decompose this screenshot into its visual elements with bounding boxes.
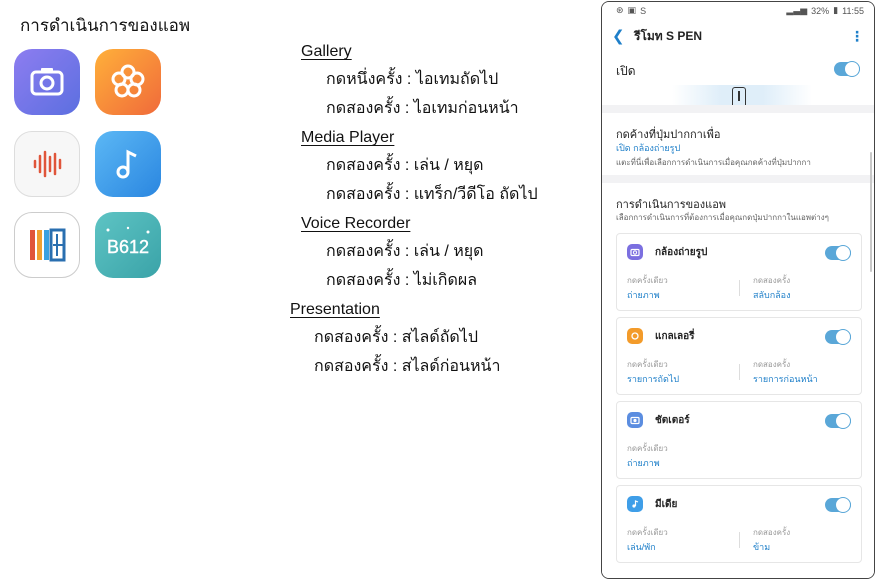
media-double-value[interactable]: ข้าม (753, 540, 770, 554)
battery-percent: 32% (811, 5, 830, 16)
camera-single-value[interactable]: ถ่ายภาพ (627, 288, 660, 302)
gallery-single-label: กดครั้งเดียว (627, 360, 668, 369)
video-editor-app-icon (14, 212, 80, 278)
shutter-single-label: กดครั้งเดียว (627, 444, 668, 453)
notification-icon: ⊛ (616, 5, 624, 15)
shutter-icon (627, 412, 643, 428)
gallery-double-label: กดสองครั้ง (753, 360, 791, 369)
camera-action-card[interactable]: กล้องถ่ายรูป กดครั้งเดียว ถ่ายภาพ กดสองค… (616, 233, 862, 311)
camera-double-value[interactable]: สลับกล้อง (753, 288, 791, 302)
shutter-action-card[interactable]: ชัตเตอร์ กดครั้งเดียว ถ่ายภาพ (616, 401, 862, 479)
pen-illustration (672, 85, 812, 105)
app-actions-section: การดำเนินการของแอพ เลือกการดำเนินการที่ต… (602, 183, 874, 578)
gallery-double-value[interactable]: รายการก่อนหน้า (753, 372, 818, 386)
presentation-line-2: กดสองครั้ง : สไลด์ก่อนหน้า (314, 358, 501, 375)
music-icon (627, 496, 643, 512)
gallery-single-value[interactable]: รายการถัดไป (627, 372, 679, 386)
gallery-toggle[interactable] (825, 329, 851, 345)
voice-recorder-line-2: กดสองครั้ง : ไม่เกิดผล (326, 272, 478, 289)
b612-app-icon: B612 (95, 212, 161, 278)
app-actions-description: เลือกการดำเนินการที่ต้องการเมื่อคุณกดปุ่… (616, 213, 829, 222)
gallery-icon (627, 328, 643, 344)
presentation-line-1: กดสองครั้ง : สไลด์ถัดไป (314, 329, 478, 346)
more-options-icon[interactable]: ⋮ (850, 28, 864, 45)
divider (739, 364, 740, 380)
phone-screenshot: ⊛ ▣ S ▂▃▅ 32% ▮ 11:55 ❮ รีโมท S PEN ⋮ เป… (601, 1, 875, 579)
media-player-line-2: กดสองครั้ง : แทร็ก/วีดีโอ ถัดไป (326, 186, 538, 203)
media-card-name: มีเดีย (655, 499, 678, 510)
media-double-label: กดสองครั้ง (753, 528, 791, 537)
voice-recorder-line-1: กดสองครั้ง : เล่น / หยุด (326, 243, 484, 260)
shutter-single-value[interactable]: ถ่ายภาพ (627, 456, 660, 470)
gallery-line-1: กดหนึ่งครั้ง : ไอเทมถัดไป (326, 71, 499, 88)
status-bar: ⊛ ▣ S ▂▃▅ 32% ▮ 11:55 (602, 2, 874, 19)
media-single-label: กดครั้งเดียว (627, 528, 668, 537)
gallery-card-name: แกลเลอรี่ (655, 331, 695, 342)
hold-setting-value: เปิด กล้องถ่ายรูป (616, 143, 681, 153)
battery-icon: ▮ (833, 5, 839, 15)
s-notification-label: S (640, 5, 647, 16)
signal-icon: ▂▃▅ (786, 5, 808, 15)
shutter-toggle[interactable] (825, 413, 851, 429)
voice-recorder-heading: Voice Recorder (301, 215, 411, 232)
clock: 11:55 (842, 5, 864, 16)
scrollbar[interactable] (870, 152, 872, 272)
camera-card-name: กล้องถ่ายรูป (655, 247, 708, 258)
media-action-card[interactable]: มีเดีย กดครั้งเดียว เล่น/พัก กดสองครั้ง … (616, 485, 862, 563)
presentation-heading: Presentation (290, 301, 380, 318)
app-actions-heading: การดำเนินการของแอพ (20, 16, 191, 35)
camera-toggle[interactable] (825, 245, 851, 261)
camera-double-label: กดสองครั้ง (753, 276, 791, 285)
media-player-heading: Media Player (301, 129, 395, 146)
music-app-icon (95, 131, 161, 197)
hold-pen-button-setting[interactable]: กดค้างที่ปุ่มปากกาเพื่อ เปิด กล้องถ่ายรู… (602, 113, 874, 175)
gallery-heading: Gallery (301, 43, 352, 60)
shutter-card-name: ชัตเตอร์ (655, 415, 690, 426)
divider (739, 280, 740, 296)
spen-remote-master-switch[interactable]: เปิด (602, 53, 874, 105)
hold-setting-description: แตะที่นี่เพื่อเลือกการดำเนินการเมื่อคุณก… (616, 158, 811, 167)
app-bar: ❮ รีโมท S PEN ⋮ (602, 19, 874, 53)
media-toggle[interactable] (825, 497, 851, 513)
camera-icon (627, 244, 643, 260)
b612-logo-text: B612 (107, 237, 149, 257)
voice-recorder-app-icon (14, 131, 80, 197)
camera-app-icon (14, 49, 80, 115)
image-notification-icon: ▣ (627, 5, 637, 15)
master-switch-label: เปิด (616, 64, 636, 78)
media-single-value[interactable]: เล่น/พัก (627, 540, 656, 554)
gallery-app-icon (95, 49, 161, 115)
master-toggle[interactable] (834, 61, 860, 77)
media-player-line-1: กดสองครั้ง : เล่น / หยุด (326, 157, 484, 174)
gallery-line-2: กดสองครั้ง : ไอเทมก่อนหน้า (326, 100, 519, 117)
screen-title: รีโมท S PEN (634, 28, 703, 43)
back-arrow-icon[interactable]: ❮ (612, 27, 634, 45)
camera-single-label: กดครั้งเดียว (627, 276, 668, 285)
gallery-action-card[interactable]: แกลเลอรี่ กดครั้งเดียว รายการถัดไป กดสอง… (616, 317, 862, 395)
divider (739, 532, 740, 548)
